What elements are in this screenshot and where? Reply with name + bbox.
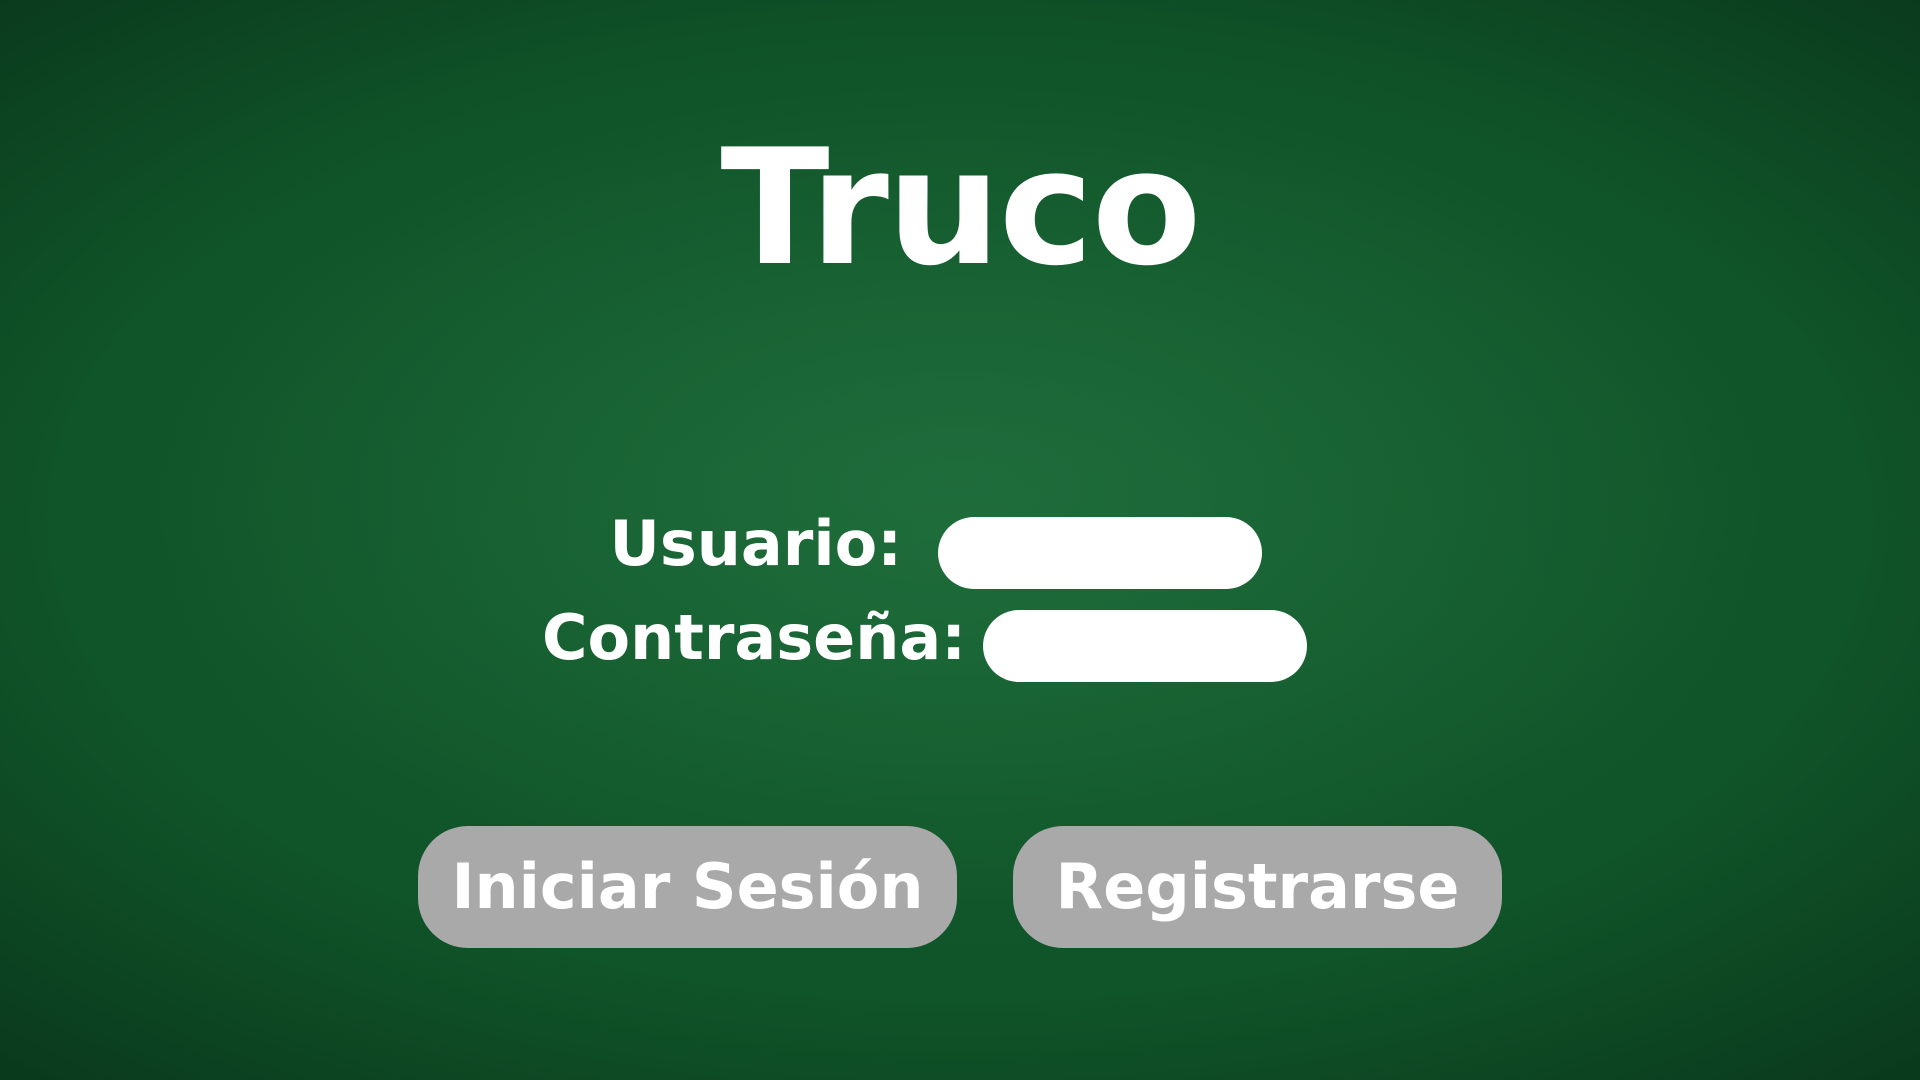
login-button[interactable]: Iniciar Sesión xyxy=(418,826,957,948)
password-field[interactable] xyxy=(983,610,1307,682)
register-button[interactable]: Registrarse xyxy=(1013,826,1502,948)
password-label: Contraseña: xyxy=(541,601,966,674)
username-label: Usuario: xyxy=(609,507,902,580)
app-title: Truco xyxy=(720,114,1201,301)
username-field[interactable] xyxy=(938,517,1262,589)
